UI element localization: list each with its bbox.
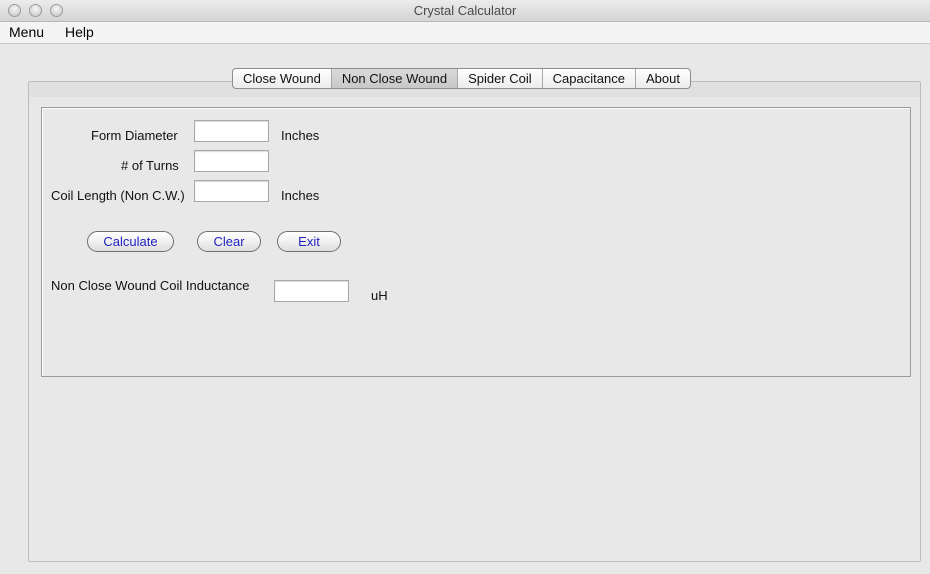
coil-length-label: Coil Length (Non C.W.) [51,188,185,203]
tab-about[interactable]: About [636,69,690,88]
exit-button[interactable]: Exit [277,231,341,252]
inductance-output[interactable] [274,280,349,302]
tab-non-close-wound[interactable]: Non Close Wound [331,69,459,88]
title-bar: Crystal Calculator [0,0,930,22]
inductance-unit: uH [371,288,388,303]
tab-bar: Close Wound Non Close Wound Spider Coil … [232,68,691,89]
form-diameter-input[interactable] [194,120,269,142]
inductance-label: Non Close Wound Coil Inductance [51,278,250,293]
calculate-button[interactable]: Calculate [87,231,174,252]
coil-length-unit: Inches [281,188,320,203]
non-close-wound-form: Form Diameter Inches # of Turns Coil Len… [41,107,911,377]
menu-bar: Menu Help [0,22,930,44]
menu-menu[interactable]: Menu [9,24,44,40]
tab-capacitance[interactable]: Capacitance [543,69,636,88]
tab-close-wound[interactable]: Close Wound [233,69,332,88]
coil-length-input[interactable] [194,180,269,202]
menu-help[interactable]: Help [65,24,94,40]
window-title: Crystal Calculator [413,3,517,18]
tab-spider-coil[interactable]: Spider Coil [458,69,543,88]
turns-label: # of Turns [121,158,179,173]
clear-button[interactable]: Clear [197,231,261,252]
form-diameter-unit: Inches [281,128,320,143]
form-diameter-label: Form Diameter [91,128,178,143]
turns-input[interactable] [194,150,269,172]
